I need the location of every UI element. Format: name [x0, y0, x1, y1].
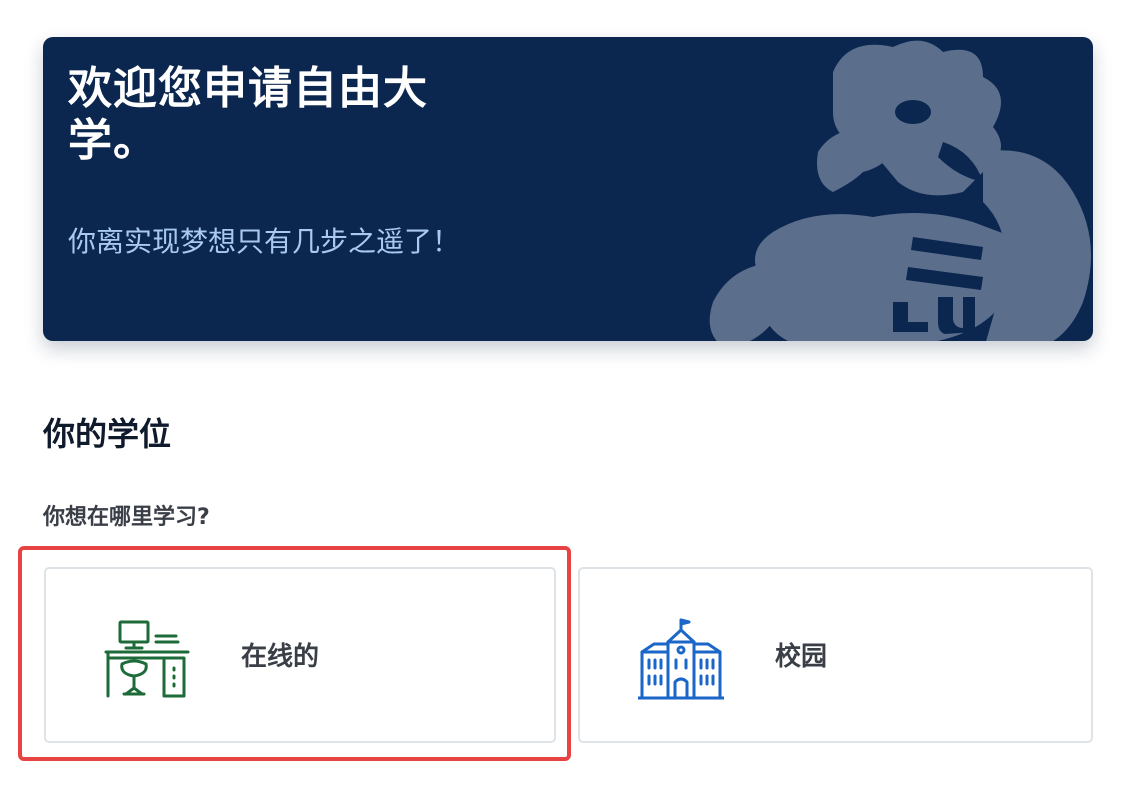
hero-title: 欢迎您申请自由大学。	[68, 63, 428, 166]
option-online-label: 在线的	[241, 642, 320, 672]
study-location-question: 你想在哪里学习?	[43, 505, 210, 530]
option-campus-card[interactable]: 校园	[578, 567, 1093, 743]
option-campus-label: 校园	[775, 642, 828, 672]
eagle-mascot-icon	[709, 40, 1091, 341]
hero-subtitle: 你离实现梦想只有几步之遥了！	[68, 225, 461, 258]
option-online-card[interactable]: 在线的	[44, 567, 556, 743]
campus-building-icon	[638, 618, 724, 700]
section-title: 你的学位	[43, 415, 172, 453]
desk-computer-icon	[104, 620, 190, 698]
application-page: 欢迎您申请自由大学。 你离实现梦想只有几步之遥了！ 你的学位 你想在哪里学习? …	[0, 0, 1138, 812]
welcome-banner: 欢迎您申请自由大学。 你离实现梦想只有几步之遥了！	[43, 37, 1093, 341]
